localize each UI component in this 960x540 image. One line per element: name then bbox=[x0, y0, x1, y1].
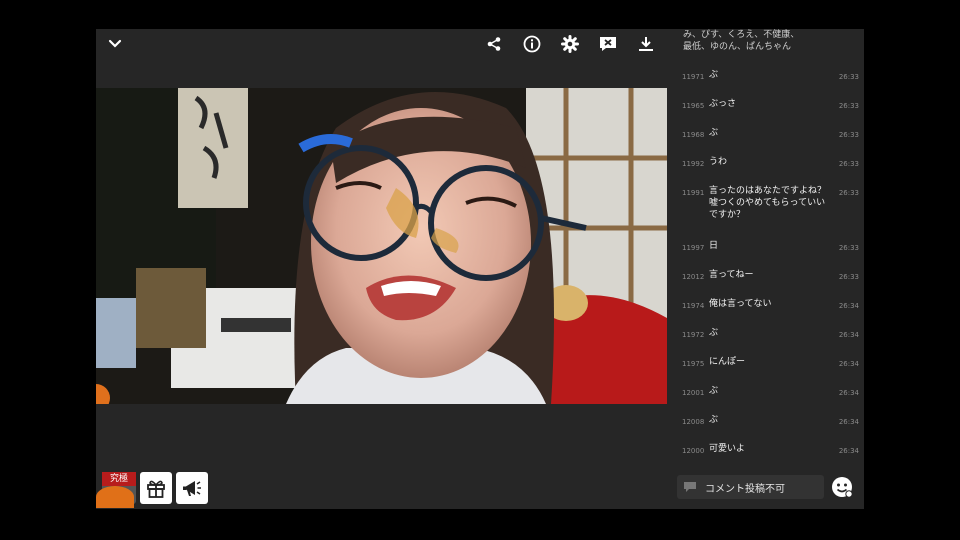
badge-orange-shape bbox=[96, 486, 134, 508]
player-action-bar: 究極 bbox=[96, 467, 667, 509]
comment-text: 日 bbox=[709, 241, 719, 251]
chat-message: 11991 言ったのはあなたですよね？ 嘘つくのやめてもらっていい ですか？ 2… bbox=[667, 185, 864, 240]
comment-number: 11972 bbox=[682, 331, 705, 339]
comment-time: 26:34 bbox=[838, 302, 859, 310]
comment-text: うわ bbox=[709, 157, 728, 167]
comment-text: ぶ bbox=[709, 128, 719, 138]
comment-text: にんぽー bbox=[709, 357, 746, 367]
chat-message: 11968 ぶ 26:33 bbox=[667, 127, 864, 156]
share-icon[interactable] bbox=[484, 34, 504, 54]
comment-text: 言ったのはあなたですよね？ 嘘つくのやめてもらっていい ですか？ bbox=[709, 186, 827, 220]
comment-number: 11975 bbox=[682, 360, 705, 368]
comment-number: 11991 bbox=[682, 189, 705, 197]
chevron-down-icon[interactable] bbox=[105, 34, 125, 54]
comment-time: 26:33 bbox=[838, 273, 859, 281]
comment-time: 26:33 bbox=[838, 102, 859, 110]
comment-time: 26:33 bbox=[838, 189, 859, 197]
comment-number: 12012 bbox=[682, 273, 705, 281]
gift-button[interactable] bbox=[140, 472, 172, 504]
smiley-icon bbox=[832, 477, 853, 498]
streamer-video-image bbox=[96, 88, 667, 404]
chat-message: 11965 ぶっさ 26:33 bbox=[667, 98, 864, 127]
chat-message: 11971 ぶ 26:33 bbox=[667, 69, 864, 98]
comment-icon bbox=[684, 482, 696, 492]
comment-text: ぶ bbox=[709, 70, 719, 80]
comment-number: 11997 bbox=[682, 244, 705, 252]
megaphone-button[interactable] bbox=[176, 472, 208, 504]
chat-message: 12001 ぶ 26:34 bbox=[667, 385, 864, 414]
comment-text: ぶっさ bbox=[709, 99, 737, 109]
chat-message: 12000 可愛いよ 26:34 bbox=[667, 443, 864, 472]
comment-number: 11968 bbox=[682, 131, 705, 139]
comment-time: 26:34 bbox=[838, 331, 859, 339]
live-stream-app: 究極 み、ぴす、くろえ、不健康、 最低、ゆのん、ぱんちゃん 11971 ぶ 26… bbox=[96, 29, 864, 509]
chat-message: 11974 俺は言ってない 26:34 bbox=[667, 298, 864, 327]
player-toolbar bbox=[96, 29, 667, 59]
comment-text: 可愛いよ bbox=[709, 444, 745, 454]
chat-message: 11997 日 26:33 bbox=[667, 240, 864, 269]
comment-number: 12001 bbox=[682, 389, 705, 397]
comment-number: 12000 bbox=[682, 447, 705, 455]
comment-off-icon[interactable] bbox=[598, 34, 618, 54]
gift-icon bbox=[147, 480, 165, 498]
comment-text: 言ってねー bbox=[709, 270, 754, 280]
gear-icon[interactable] bbox=[560, 34, 580, 54]
comment-time: 26:34 bbox=[838, 447, 859, 455]
comment-time: 26:34 bbox=[838, 389, 859, 397]
comment-number: 12008 bbox=[682, 418, 705, 426]
megaphone-icon bbox=[183, 481, 201, 496]
comment-text: ぶ bbox=[709, 386, 719, 396]
comment-number: 11971 bbox=[682, 73, 705, 81]
gift-rank-badge[interactable]: 究極 bbox=[96, 472, 136, 508]
chat-message: 12008 ぶ 26:34 bbox=[667, 414, 864, 443]
comment-text: ぶ bbox=[709, 415, 719, 425]
comment-time: 26:33 bbox=[838, 73, 859, 81]
comment-time: 26:34 bbox=[838, 418, 859, 426]
comment-text: ぶ bbox=[709, 328, 719, 338]
comment-input-placeholder: コメント投稿不可 bbox=[705, 483, 785, 495]
chat-message: 11992 うわ 26:33 bbox=[667, 156, 864, 185]
video-player: 究極 bbox=[96, 29, 667, 509]
chat-panel: み、ぴす、くろえ、不健康、 最低、ゆのん、ぱんちゃん 11971 ぶ 26:33… bbox=[667, 29, 864, 509]
comment-time: 26:33 bbox=[838, 131, 859, 139]
comment-number: 11965 bbox=[682, 102, 705, 110]
comment-input[interactable]: コメント投稿不可 bbox=[677, 475, 824, 499]
video-frame[interactable] bbox=[96, 88, 667, 404]
info-icon[interactable] bbox=[522, 34, 542, 54]
badge-label: 究極 bbox=[102, 472, 136, 486]
comment-number: 11974 bbox=[682, 302, 705, 310]
chat-message: 11975 にんぽー 26:34 bbox=[667, 356, 864, 385]
comment-time: 26:33 bbox=[838, 160, 859, 168]
chat-message-list[interactable]: 11971 ぶ 26:33 11965 ぶっさ 26:33 11968 ぶ 26… bbox=[667, 69, 864, 472]
chat-message: 12012 言ってねー 26:33 bbox=[667, 269, 864, 298]
chat-message: 11972 ぶ 26:34 bbox=[667, 327, 864, 356]
comment-time: 26:33 bbox=[838, 244, 859, 252]
comment-bar: コメント投稿不可 bbox=[667, 473, 864, 503]
chat-header-text: み、ぴす、くろえ、不健康、 最低、ゆのん、ぱんちゃん bbox=[683, 30, 800, 52]
comment-number: 11992 bbox=[682, 160, 705, 168]
comment-time: 26:34 bbox=[838, 360, 859, 368]
download-icon[interactable] bbox=[636, 34, 656, 54]
emoji-button[interactable] bbox=[830, 475, 854, 499]
comment-text: 俺は言ってない bbox=[709, 299, 772, 309]
